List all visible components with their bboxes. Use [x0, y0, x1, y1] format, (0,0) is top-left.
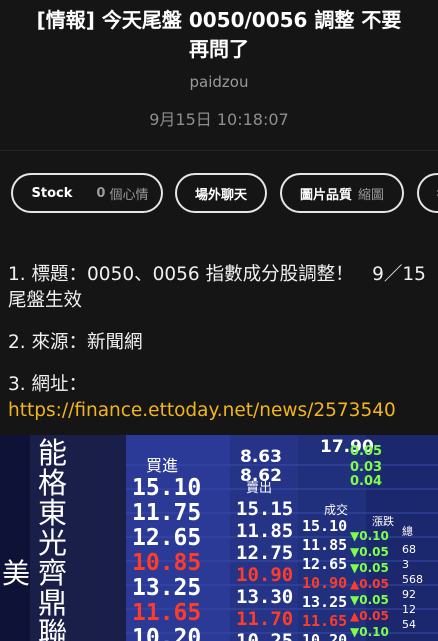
board-top-value: 8.63 [240, 447, 282, 467]
divider [0, 150, 438, 151]
total-value: 3 [402, 558, 409, 571]
stock-name: 東 [38, 496, 67, 530]
post-title: [情報] 今天尾盤 0050/0056 調整 不要 再問了 [0, 6, 438, 64]
change-value: ▼0.05 [350, 545, 389, 559]
deal-price: 10.90 [302, 574, 347, 592]
deal-price: 11.85 [302, 536, 347, 554]
stock-name: 能 [38, 436, 67, 470]
image-quality-value: 縮圖 [358, 187, 385, 203]
stock-name: 格 [38, 466, 67, 500]
offtopic-chat-label: 場外聊天 [194, 187, 247, 203]
post-title-line1: [情報] 今天尾盤 0050/0056 調整 不要 [36, 8, 402, 32]
change-value: ▼0.05 [350, 561, 389, 575]
stock-name: 聯 [38, 616, 67, 641]
stock-board-chip[interactable]: Stock 0 個心情 [11, 173, 163, 213]
mood-count-label: 個心情 [109, 187, 149, 203]
deal-price: 10.20 [302, 631, 347, 641]
header-total: 總 [402, 524, 413, 538]
sell-price: 12.75 [236, 542, 293, 564]
change-value: ▼0.10 [350, 529, 389, 543]
more-chip[interactable]: › [417, 173, 438, 213]
url-prefix: 3. 網址： [8, 374, 88, 395]
deal-price: 12.65 [302, 555, 347, 573]
buy-price: 11.75 [132, 500, 201, 526]
post-author[interactable]: paidzou [0, 73, 438, 91]
buy-price: 10.20 [132, 625, 201, 641]
news-link[interactable]: https://finance.ettoday.net/news/2573540 [8, 400, 396, 421]
total-value: 568 [402, 573, 423, 586]
sell-price: 10.90 [236, 564, 293, 586]
sell-price: 10.25 [236, 630, 293, 641]
post-date: 9月15日 10:18:07 [149, 110, 289, 129]
change-value: ▲0.05 [350, 609, 389, 623]
sell-price: 13.30 [236, 586, 293, 608]
buy-price: 10.85 [132, 550, 201, 576]
board-top-value: 0.04 [350, 474, 382, 489]
stock-name: 鼎 [38, 586, 67, 620]
body-line-title: 1. 標題：0050、0056 指數成分股調整！ 9／15 尾盤生效 [8, 264, 426, 311]
sell-price: 11.70 [236, 608, 293, 630]
buy-price: 13.25 [132, 575, 201, 601]
stock-board-photo[interactable]: 8.63 17.90 8.62 0.05 0.03 0.04 買進 賣出 成交 漲跌總能格東光齊鼎… [0, 435, 438, 641]
post-title-line2: 再問了 [189, 37, 249, 61]
sell-price: 11.85 [236, 520, 293, 542]
board-top-value: 0.05 [350, 444, 382, 459]
stock-name: 光 [38, 526, 67, 560]
image-quality-button[interactable]: 圖片品質 縮圖 [280, 173, 404, 213]
header-sell: 賣出 [246, 481, 272, 496]
deal-price: 11.65 [302, 612, 347, 630]
stock-board-image: 8.63 17.908.620.050.030.04買進賣出成交漲跌總能格東光齊鼎… [0, 435, 438, 641]
board-top-value: 0.03 [350, 460, 382, 475]
change-value: ▲0.05 [350, 577, 389, 591]
deal-price: 13.25 [302, 593, 347, 611]
body-line-url: 3. 網址： https://finance.ettoday.net/news/2… [8, 372, 428, 424]
change-value: ▼0.10 [350, 625, 389, 639]
header-change: 漲跌 [372, 514, 394, 528]
stock-name-side: 美 [2, 557, 30, 590]
header-deal: 成交 [324, 502, 348, 517]
total-value: 92 [402, 588, 416, 601]
sell-price: 15.15 [236, 498, 293, 520]
chip-row: Stock 0 個心情 場外聊天 圖片品質 縮圖 › [11, 173, 438, 213]
offtopic-chat-button[interactable]: 場外聊天 [175, 173, 267, 213]
buy-price: 11.65 [132, 600, 201, 626]
image-quality-label: 圖片品質 [299, 187, 352, 203]
buy-price: 15.10 [132, 475, 201, 501]
header-buy: 買進 [146, 456, 178, 475]
board-left-edge [0, 435, 30, 641]
stock-board-label: Stock [31, 185, 73, 201]
stock-name: 齊 [38, 556, 67, 590]
body-line-source: 2. 來源：新聞網 [8, 332, 143, 353]
total-value: 54 [402, 618, 416, 631]
total-value: 12 [402, 603, 416, 616]
change-value: ▼0.05 [350, 593, 389, 607]
deal-price: 15.10 [302, 517, 347, 535]
buy-price: 12.65 [132, 525, 201, 551]
mood-count: 0 [96, 185, 106, 201]
total-value: 68 [402, 543, 416, 556]
